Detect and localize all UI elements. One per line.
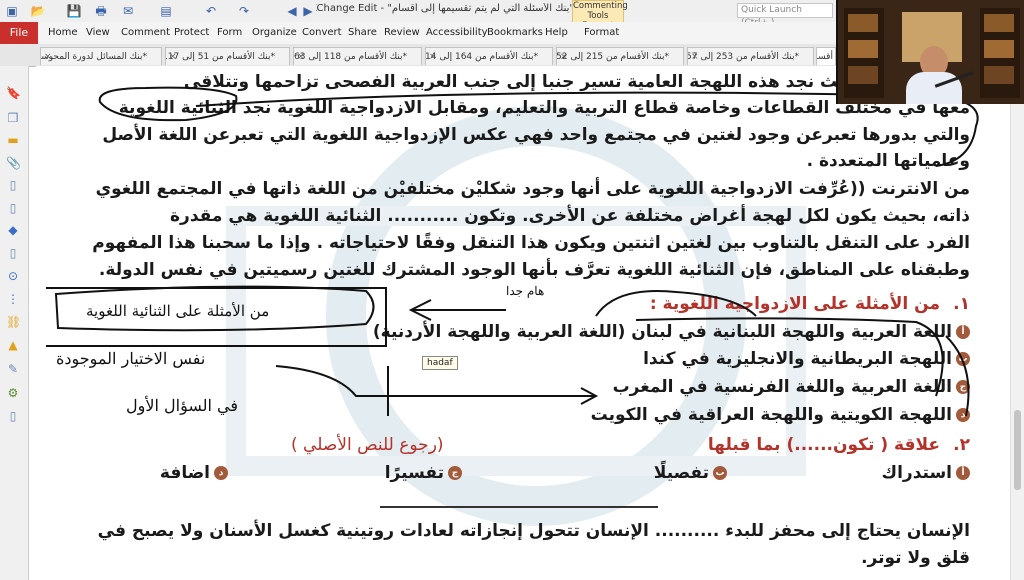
menu-comment[interactable]: Comment — [121, 27, 170, 38]
document-icon[interactable]: ▯ — [6, 178, 20, 192]
signature-icon[interactable]: ✎ — [6, 362, 20, 376]
document-tab[interactable]: ×*بنك الأقسام من 118 إلى 163 — [293, 47, 422, 65]
redo-icon[interactable]: ↷ — [236, 3, 252, 19]
location-icon[interactable]: ⊙ — [6, 269, 20, 283]
document-tab[interactable]: ×*بنك الأقسام من 215 إلى 252 — [556, 47, 684, 65]
ink-annotations — [46, 86, 979, 417]
handwritten-note: هام جدا — [506, 284, 545, 298]
ink-circle-stroke — [595, 290, 757, 317]
print-icon[interactable]: 🖶 — [93, 3, 109, 19]
document-tab[interactable]: ×*بنك الأقسام من 164 إلى 214 — [425, 47, 553, 65]
save-icon[interactable]: 💾 — [66, 3, 82, 19]
file-menu-button[interactable]: File — [0, 22, 38, 44]
close-tab-icon[interactable]: × — [560, 48, 568, 65]
document-tab[interactable]: ×*بنك الأقسام من 51 إلى 117 — [165, 47, 290, 65]
handwritten-note: في السؤال الأول — [126, 396, 239, 415]
webcam-overlay — [836, 0, 1024, 104]
stamp-icon[interactable]: ▲ — [6, 338, 20, 352]
attachments-icon[interactable]: 📎 — [6, 156, 21, 170]
menu-protect[interactable]: Protect — [174, 27, 209, 38]
layers-icon[interactable]: ◆ — [6, 223, 20, 237]
ink-arrow-stroke — [408, 299, 506, 321]
handwritten-note: من الأمثلة على الثنائية اللغوية — [86, 302, 270, 320]
bookmark-icon[interactable]: 🔖 — [6, 86, 21, 100]
ink-bracket-stroke — [945, 335, 970, 417]
comments-icon[interactable]: ▬ — [6, 133, 20, 147]
open-folder-icon[interactable]: 📂 — [30, 3, 46, 19]
document-icon[interactable]: ▯ — [6, 246, 20, 260]
back-icon[interactable]: ◀ — [284, 3, 300, 19]
close-tab-icon[interactable]: × — [169, 48, 177, 65]
navigation-sidebar: 🔖 ❐ ▬ 📎 ▯ ▯ ◆ ▯ ⊙ ⋮ ⛓ ▲ ✎ ⚙ ▯ — [0, 66, 29, 580]
menu-bookmarks[interactable]: Bookmarks — [487, 27, 543, 38]
menu-home[interactable]: Home — [48, 27, 78, 38]
document-tab[interactable]: × *بنك المسائل لدورة المحوسب — [40, 47, 162, 65]
close-tab-icon[interactable]: × — [44, 48, 52, 65]
email-icon[interactable]: ✉ — [120, 3, 136, 19]
app-logo-icon[interactable]: ▣ — [4, 3, 20, 19]
document-tab-active[interactable]: أقسام — [816, 47, 836, 65]
quick-launch-input[interactable]: Quick Launch (Ctrl+.) — [737, 3, 833, 28]
menu-help[interactable]: Help — [545, 27, 568, 38]
menu-accessibility[interactable]: Accessibility — [426, 27, 488, 38]
vertical-scrollbar[interactable] — [1010, 66, 1024, 580]
close-tab-icon[interactable]: × — [429, 48, 437, 65]
close-tab-icon[interactable]: × — [691, 48, 699, 65]
menu-format[interactable]: Format — [584, 27, 619, 38]
pages-icon[interactable]: ❐ — [6, 111, 20, 125]
document-tab[interactable]: ×*بنك الأقسام من 253 إلى 257 — [687, 47, 814, 65]
menu-review[interactable]: Review — [384, 27, 420, 38]
handwritten-note: نفس الاختيار الموجودة — [56, 349, 206, 368]
document-icon[interactable]: ▯ — [6, 201, 20, 215]
menu-organize[interactable]: Organize — [252, 27, 297, 38]
menu-view[interactable]: View — [86, 27, 110, 38]
pdf-page[interactable]: بشكل عامي، حيث نجد هذه اللهجة العامية تس… — [36, 66, 1010, 580]
ink-bracket-stroke — [635, 317, 944, 397]
structure-icon[interactable]: ⋮ — [6, 292, 20, 306]
link-icon[interactable]: ⛓ — [6, 315, 21, 329]
forward-icon[interactable]: ▶ — [300, 3, 316, 19]
document-icon[interactable]: ▯ — [6, 409, 20, 423]
close-tab-icon[interactable]: × — [297, 48, 305, 65]
menu-convert[interactable]: Convert — [302, 27, 342, 38]
tools-icon[interactable]: ⚙ — [6, 386, 20, 400]
scan-icon[interactable]: ▤ — [158, 3, 174, 19]
scrollbar-thumb[interactable] — [1014, 410, 1021, 490]
menu-form[interactable]: Form — [217, 27, 242, 38]
ink-arrow-stroke — [275, 365, 599, 405]
undo-icon[interactable]: ↶ — [203, 3, 219, 19]
commenting-tools-context-tab[interactable]: Commenting ToolsFormat — [572, 0, 628, 31]
menu-share[interactable]: Share — [348, 27, 377, 38]
document-title: "بنك الأسئلة التي لم يتم تقسيمها إلى أقس… — [316, 3, 574, 14]
